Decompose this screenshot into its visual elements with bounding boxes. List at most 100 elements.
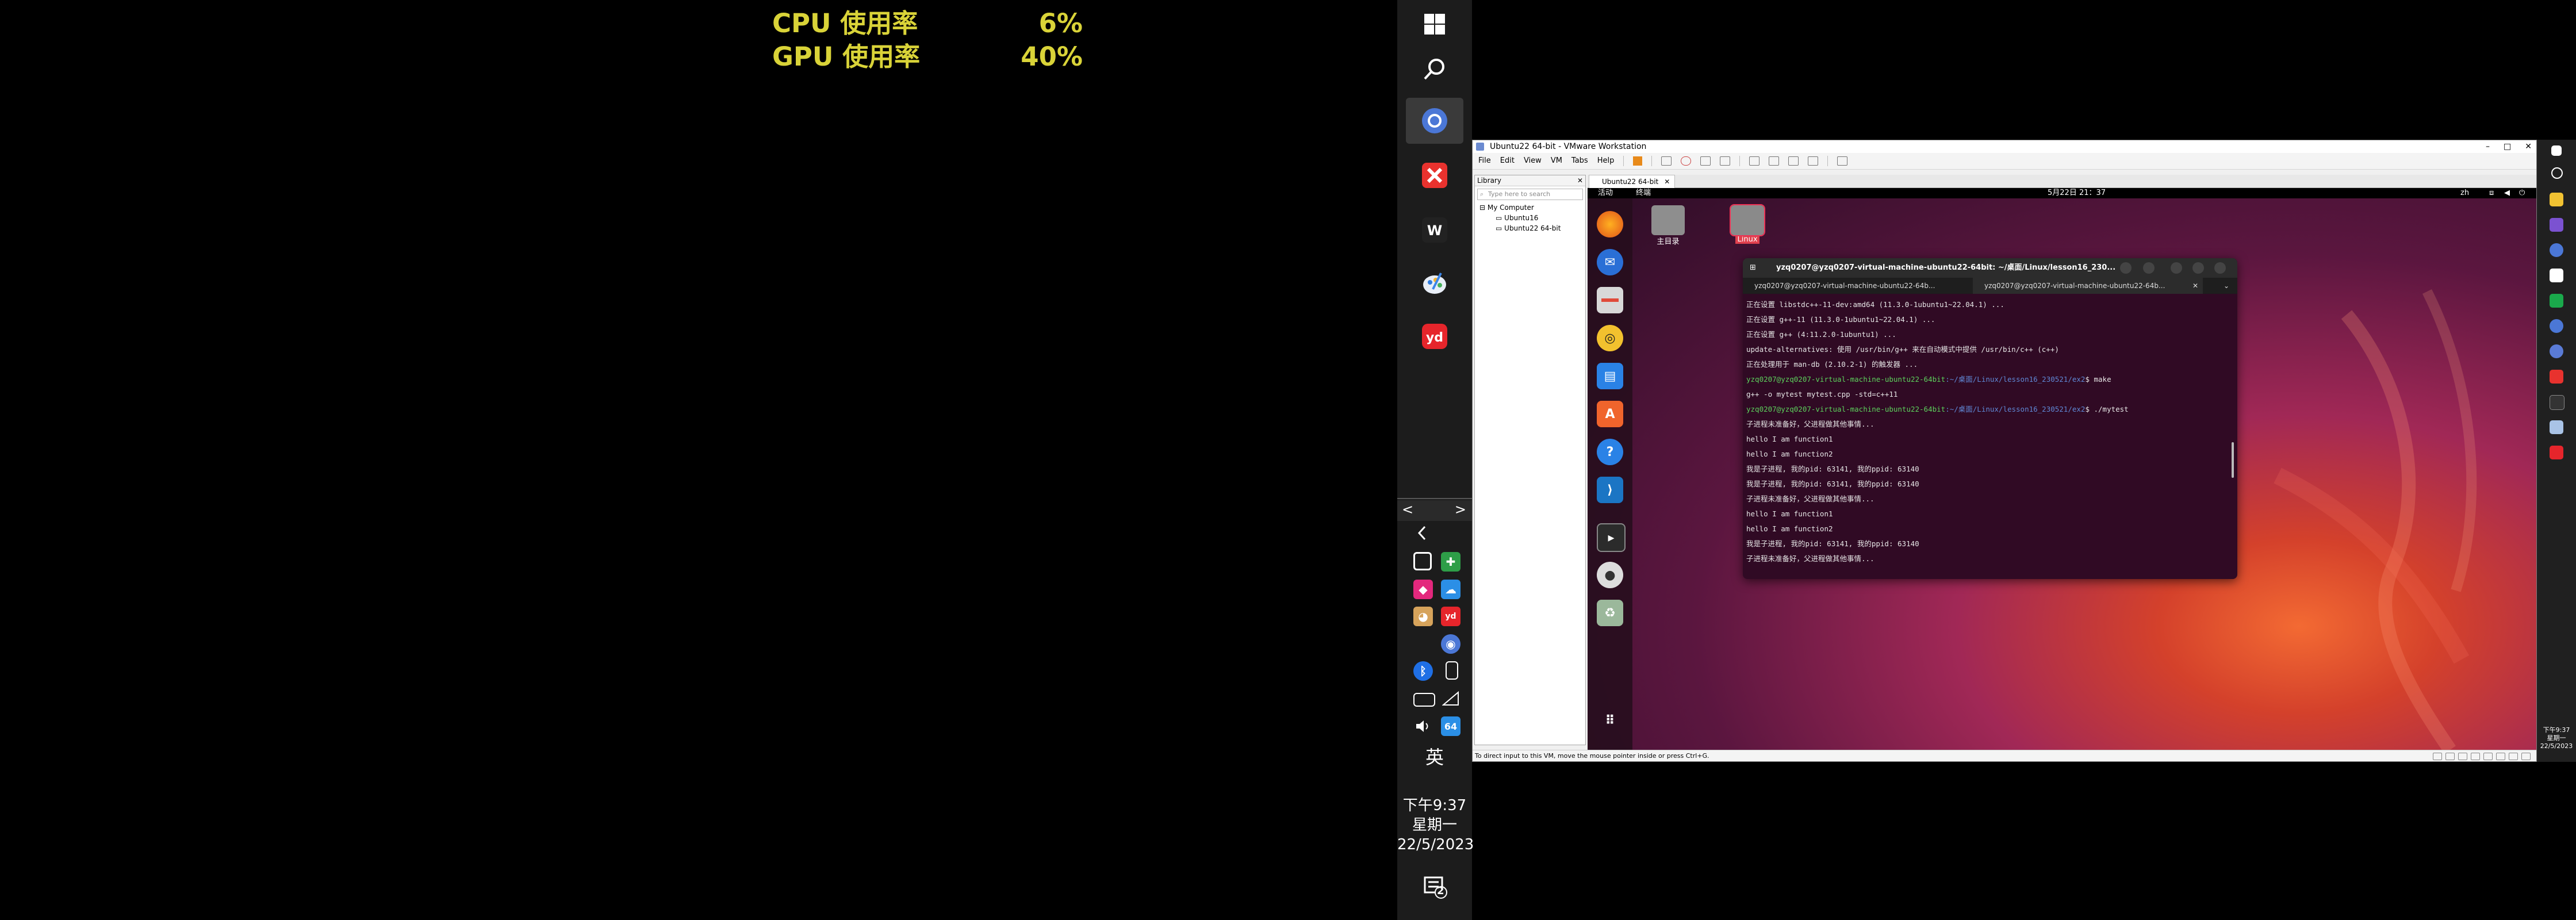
rhythmbox-icon[interactable]: ◎ <box>1597 325 1623 351</box>
tree-node-ubuntu22[interactable]: ▭ Ubuntu22 64-bit <box>1479 223 1585 233</box>
library-search-input[interactable]: ⌕ Type here to search <box>1477 189 1583 200</box>
bluetooth-tray-icon[interactable]: ᛒ <box>1413 661 1433 681</box>
snapshot-icon[interactable] <box>1681 156 1692 166</box>
app-icon[interactable] <box>2550 218 2563 232</box>
taskbar-clock-date[interactable]: 22/5/2023 <box>1397 835 1474 854</box>
copy-tray-icon[interactable] <box>1413 552 1432 570</box>
windows-start-icon[interactable] <box>2551 145 2562 156</box>
pause-vm-icon[interactable] <box>1633 156 1643 166</box>
file-explorer-icon[interactable] <box>2550 193 2563 206</box>
tab-ubuntu22[interactable]: Ubuntu22 64-bit ✕ <box>1589 175 1676 188</box>
search-icon[interactable] <box>2551 167 2563 179</box>
menu-tabs[interactable]: Tabs <box>1571 153 1588 169</box>
close-library-icon[interactable]: ✕ <box>1577 175 1583 186</box>
youdao-icon[interactable] <box>2550 446 2563 459</box>
close-tab-icon[interactable]: ✕ <box>1664 175 1670 188</box>
activities-button[interactable]: 活动 <box>1598 188 1613 198</box>
battery-tray-icon[interactable] <box>1413 693 1435 707</box>
wps-icon[interactable] <box>2550 395 2564 410</box>
chrome-icon[interactable] <box>2550 243 2563 257</box>
firefox-icon[interactable] <box>1597 211 1623 237</box>
minimize-button[interactable]: – <box>2486 140 2490 153</box>
chrome-icon[interactable] <box>2550 344 2563 358</box>
notification-center-button[interactable]: 2 <box>1423 874 1448 899</box>
taskbar-app-wps[interactable]: W <box>1406 207 1463 253</box>
printer-icon[interactable] <box>2496 753 2505 760</box>
close-tab-icon[interactable]: ✕ <box>2192 278 2198 294</box>
network-adapter-icon[interactable] <box>2458 753 2467 760</box>
new-tab-icon[interactable]: ⊞ <box>1750 258 1756 278</box>
terminal-tab-2[interactable]: yzq0207@yzq0207-virtual-machine-ubuntu22… <box>1973 278 2203 294</box>
cat-tray-icon[interactable]: ◕ <box>1413 607 1433 626</box>
menu-help[interactable]: Help <box>1597 153 1615 169</box>
collapse-chevron-icon[interactable] <box>1416 525 1429 541</box>
menu-vm[interactable]: VM <box>1551 153 1562 169</box>
snapshot-manager-icon[interactable] <box>1720 156 1731 166</box>
chrome-tray-icon[interactable]: ◉ <box>1441 634 1460 654</box>
taskbar-app-youdao[interactable]: yd <box>1406 313 1463 359</box>
terminal-output[interactable]: 正在设置 libstdc++-11-dev:amd64 (11.3.0-1ubu… <box>1743 294 2237 566</box>
maximize-button[interactable]: □ <box>2504 140 2511 153</box>
flyout-left-arrow[interactable]: < <box>1402 501 1413 518</box>
cd-dvd-icon[interactable] <box>2445 753 2455 760</box>
vscode-icon[interactable]: ⟩ <box>1597 477 1623 503</box>
terminal-scrollbar-thumb[interactable] <box>2232 442 2234 478</box>
vm-console[interactable]: 活动 终端 5月22日 21：37 zh ⧈ ◀ ⏻ ✉ ◎ ▤ A ? ⟩ ▸… <box>1588 188 2536 750</box>
wifi-tray-icon[interactable] <box>1441 689 1460 708</box>
unity-icon[interactable] <box>1808 156 1819 166</box>
terminal-menu-icon[interactable] <box>2143 262 2155 274</box>
files-icon[interactable] <box>1597 287 1623 313</box>
security-shield-tray-icon[interactable]: ✚ <box>1441 552 1460 572</box>
typora-icon[interactable] <box>2550 269 2563 282</box>
usb-eject-tray-icon[interactable] <box>1446 661 1458 680</box>
desktop-icon-home[interactable]: 主目录 <box>1645 205 1691 246</box>
volume-icon[interactable]: ◀ <box>2504 188 2510 198</box>
tab-list-chevron-icon[interactable]: ⌄ <box>2224 278 2229 294</box>
display-icon[interactable] <box>2509 753 2518 760</box>
hard-disk-icon[interactable] <box>2433 753 2442 760</box>
ime-indicator[interactable]: 英 <box>1397 747 1472 767</box>
console-view-icon[interactable] <box>1837 156 1848 166</box>
sound-card-icon[interactable] <box>2483 753 2493 760</box>
paint-icon[interactable] <box>2550 420 2563 434</box>
app-tray-icon[interactable]: ◆ <box>1413 580 1433 599</box>
usb-device-icon[interactable] <box>2471 753 2480 760</box>
terminal-icon[interactable]: ▸ <box>1597 523 1626 552</box>
menu-view[interactable]: View <box>1524 153 1542 169</box>
top-bar-clock[interactable]: 5月22日 21：37 <box>2048 188 2106 198</box>
help-icon[interactable]: ? <box>1597 439 1623 465</box>
show-applications-icon[interactable]: ⠿ <box>1597 707 1623 734</box>
chrome-icon[interactable] <box>2550 319 2563 333</box>
thunderbird-icon[interactable]: ✉ <box>1597 249 1623 275</box>
power-icon[interactable]: ⏻ <box>2519 188 2525 198</box>
taskbar-app-paint[interactable] <box>1406 260 1463 306</box>
cloud-tray-icon[interactable]: ☁ <box>1441 580 1460 599</box>
menu-file[interactable]: File <box>1478 153 1491 169</box>
search-button[interactable] <box>1406 46 1463 92</box>
full-screen-icon[interactable] <box>1788 156 1799 166</box>
desktop-icon-linux[interactable]: Linux <box>1724 204 1770 244</box>
terminal-minimize-button[interactable] <box>2171 262 2182 274</box>
ubuntu-software-icon[interactable]: A <box>1597 401 1623 427</box>
network-icon[interactable]: ⧈ <box>2489 188 2494 198</box>
tree-node-ubuntu16[interactable]: ▭ Ubuntu16 <box>1479 213 1585 223</box>
youdao-tray-icon[interactable]: yd <box>1441 607 1460 626</box>
terminal-window[interactable]: ⊞ yzq0207@yzq0207-virtual-machine-ubuntu… <box>1743 258 2237 579</box>
taskbar-app-xmind[interactable] <box>1406 152 1463 198</box>
terminal-close-button[interactable] <box>2214 262 2226 274</box>
dvd-drive-icon[interactable]: ● <box>1597 562 1623 588</box>
thumbnail-bar-icon[interactable] <box>1769 156 1780 166</box>
taskbar-clock-time[interactable]: 下午9:37 <box>1397 796 1472 815</box>
tree-node-my-computer[interactable]: ⊟ My Computer <box>1479 202 1585 213</box>
terminal-maximize-button[interactable] <box>2192 262 2204 274</box>
menu-edit[interactable]: Edit <box>1500 153 1515 169</box>
send-ctrl-alt-del-icon[interactable] <box>1661 156 1672 166</box>
secondary-clock[interactable]: 下午9:37 星期一 22/5/2023 <box>2537 726 2576 750</box>
show-library-icon[interactable] <box>1749 156 1760 166</box>
windows-start-button[interactable] <box>1406 1 1463 47</box>
active-app-menu[interactable]: 终端 <box>1636 188 1651 198</box>
terminal-tab-1[interactable]: yzq0207@yzq0207-virtual-machine-ubuntu22… <box>1743 278 1973 294</box>
flyout-right-arrow[interactable]: > <box>1455 501 1466 518</box>
trash-icon[interactable]: ♻ <box>1597 600 1623 626</box>
libreoffice-writer-icon[interactable]: ▤ <box>1597 363 1623 389</box>
